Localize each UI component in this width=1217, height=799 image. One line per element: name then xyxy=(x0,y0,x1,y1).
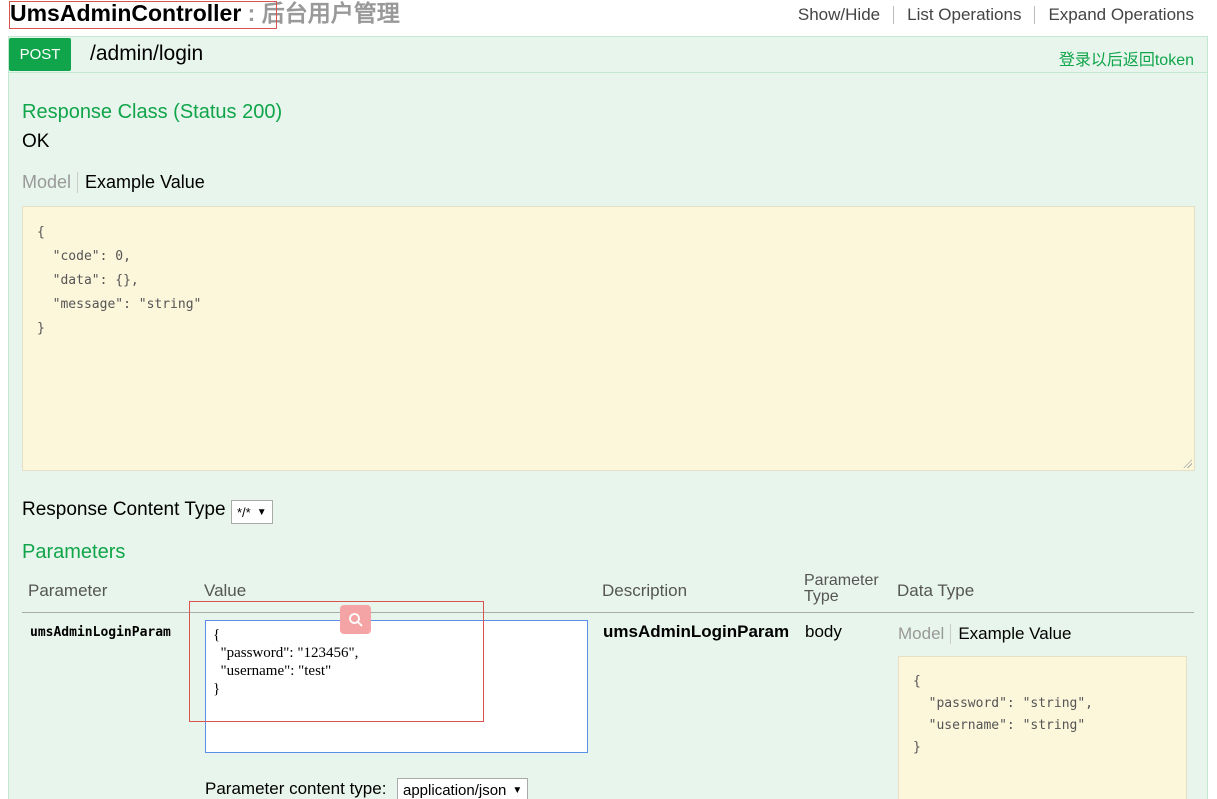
link-divider xyxy=(893,6,895,24)
response-content-type-select[interactable]: */* ▼ xyxy=(231,500,273,524)
param-type: body xyxy=(805,622,842,641)
resize-handle[interactable] xyxy=(1183,459,1192,468)
parameters-title: Parameters xyxy=(22,541,126,563)
json-line: "code": 0, xyxy=(37,249,131,264)
json-line: { xyxy=(913,674,921,689)
param-example-box[interactable]: { "password": "string", "username": "str… xyxy=(898,656,1187,799)
expand-operations-link[interactable]: Expand Operations xyxy=(1048,5,1194,25)
param-description: umsAdminLoginParam xyxy=(603,622,790,641)
search-icon-glyph xyxy=(348,612,363,627)
tab-example-value[interactable]: Example Value xyxy=(78,172,205,193)
select-value: */* xyxy=(237,504,251,520)
operation-panel: POST /admin/login 登录以后返回token Response C… xyxy=(8,36,1208,799)
resource-header: UmsAdminController : 后台用户管理 Show/Hide Li… xyxy=(0,0,1217,34)
tab-model[interactable]: Model xyxy=(898,624,952,644)
response-content-type-label: Response Content Type xyxy=(22,499,226,520)
show-hide-link[interactable]: Show/Hide xyxy=(798,5,880,25)
param-content-type-label: Parameter content type: xyxy=(205,779,387,798)
operation-path[interactable]: /admin/login xyxy=(90,42,203,66)
response-model-tabs: Model Example Value xyxy=(22,172,205,193)
operation-summary[interactable]: 登录以后返回token xyxy=(1059,46,1194,70)
json-line: { xyxy=(37,225,45,240)
param-model-tabs: Model Example Value xyxy=(898,624,1071,644)
select-value: application/json xyxy=(403,781,507,799)
dropdown-arrow-icon: ▼ xyxy=(512,784,523,796)
column-header-description: Description xyxy=(602,581,688,600)
json-line: "password": "string", xyxy=(913,696,1094,711)
response-status-text: OK xyxy=(22,131,50,152)
link-divider xyxy=(1034,6,1036,24)
response-class-title: Response Class (Status 200) xyxy=(22,101,283,123)
json-line: "username": "string" xyxy=(913,718,1086,733)
response-example-box[interactable]: { "code": 0, "data": {}, "message": "str… xyxy=(22,206,1195,471)
json-line: "data": {}, xyxy=(37,273,139,288)
annotation-highlight-box xyxy=(9,1,277,29)
resource-links: Show/Hide List Operations Expand Operati… xyxy=(798,5,1194,25)
list-operations-link[interactable]: List Operations xyxy=(907,5,1021,25)
annotation-highlight-box xyxy=(189,601,484,722)
tab-example-value[interactable]: Example Value xyxy=(951,624,1071,644)
dropdown-arrow-icon: ▼ xyxy=(256,506,267,518)
http-method-badge[interactable]: POST xyxy=(9,38,71,71)
tab-model[interactable]: Model xyxy=(22,172,79,193)
json-line: } xyxy=(37,321,45,336)
column-header-value: Value xyxy=(204,581,247,600)
column-header-parameter-type: Parameter Type xyxy=(804,572,879,605)
search-icon[interactable] xyxy=(340,605,371,634)
param-content-type-select[interactable]: application/json ▼ xyxy=(397,778,529,799)
operation-heading[interactable]: POST /admin/login 登录以后返回token xyxy=(9,37,1207,73)
param-name: umsAdminLoginParam xyxy=(30,625,171,640)
column-header-data-type: Data Type xyxy=(897,581,975,600)
column-header-parameter: Parameter xyxy=(28,581,108,600)
json-line: } xyxy=(913,740,921,755)
json-line: "message": "string" xyxy=(37,297,202,312)
